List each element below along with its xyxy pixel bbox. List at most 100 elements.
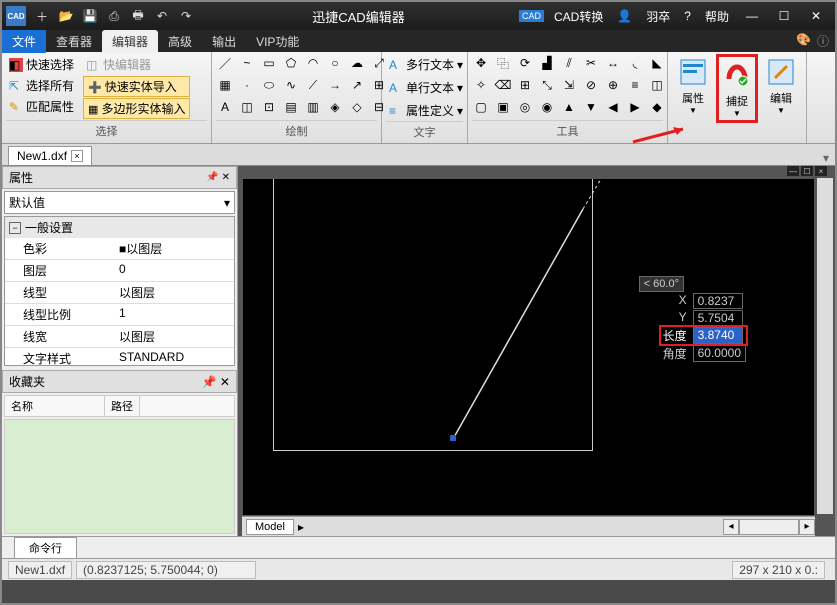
ray-icon[interactable]: → [326,76,344,94]
join-icon[interactable]: ⊕ [604,76,622,94]
break-icon[interactable]: ⊘ [582,76,600,94]
scroll-right-icon[interactable]: ▸ [799,519,815,535]
user-name[interactable]: 羽卒 [642,8,674,25]
minimize-button[interactable]: — [739,6,765,26]
tab-viewer[interactable]: 查看器 [46,30,102,53]
scroll-left-icon[interactable]: ◂ [723,519,739,535]
rect-icon[interactable]: ▭ [260,54,278,72]
arc-icon[interactable]: ◠ [304,54,322,72]
close-tab-icon[interactable]: × [71,150,83,162]
insert-icon[interactable]: ⊡ [260,98,278,116]
property-row[interactable]: 色彩■以图层 [5,238,234,260]
align-icon[interactable]: ≡ [626,76,644,94]
import-solid-button[interactable]: ➕ 快速实体导入 [83,76,190,97]
copy-icon[interactable]: ⿻ [494,54,512,72]
stext-button[interactable]: A单行文本 ▾ [386,77,466,98]
property-row[interactable]: 图层0 [5,260,234,282]
spline-icon[interactable]: ∿ [282,76,300,94]
property-row[interactable]: 线宽以图层 [5,326,234,348]
tab-output[interactable]: 输出 [202,30,246,53]
unk1-icon[interactable]: ◈ [326,98,344,116]
cloud-icon[interactable]: ☁ [348,54,366,72]
poly-icon[interactable]: ⬠ [282,54,300,72]
t1-icon[interactable]: ▢ [472,98,490,116]
stretch-icon[interactable]: ⇲ [560,76,578,94]
table-icon[interactable]: ▤ [282,98,300,116]
add-layout-icon[interactable]: ▸ [294,520,308,534]
point-icon[interactable]: · [238,76,256,94]
model-tab[interactable]: Model [246,519,294,535]
fav-col-name[interactable]: 名称 [5,396,105,416]
hatch-icon[interactable]: ▦ [216,76,234,94]
command-line-tab[interactable]: 命令行 [14,537,77,558]
offset-icon[interactable]: ⫽ [560,54,578,72]
explode-icon[interactable]: ✧ [472,76,490,94]
file-tab[interactable]: New1.dxf × [8,146,92,165]
attrdef-button[interactable]: ≡属性定义 ▾ [386,100,466,121]
properties-button[interactable]: 属性▼ [672,54,714,117]
hscroll-track[interactable] [739,519,799,535]
style-icon[interactable]: 🎨 [796,33,811,50]
ellipse-icon[interactable]: ⬭ [260,76,278,94]
polyline-icon[interactable]: ~ [238,54,256,72]
fillet-icon[interactable]: ◟ [626,54,644,72]
edit-button[interactable]: 编辑▼ [760,54,802,117]
pin-icon[interactable]: 📌 ✕ [206,172,230,183]
tab-advanced[interactable]: 高级 [158,30,202,53]
snap-button[interactable]: 捕捉▼ [716,54,758,123]
canvas-max-icon[interactable]: ☐ [801,166,813,176]
drawing-canvas[interactable]: < 60.0° X0.8237Y5.7504长度3.8740角度60.0000 [242,178,815,516]
group-general[interactable]: − 一般设置 [5,217,234,238]
close-button[interactable]: ✕ [803,6,829,26]
fav-col-path[interactable]: 路径 [105,396,140,416]
scale2-icon[interactable]: ⤡ [538,76,556,94]
mtext-button[interactable]: A多行文本 ▾ [386,54,466,75]
print-icon[interactable]: 🖶 [126,4,150,28]
text-icon[interactable]: A [216,98,234,116]
erase-icon[interactable]: ⌫ [494,76,512,94]
unk2-icon[interactable]: ◇ [348,98,366,116]
t7-icon[interactable]: ◀ [604,98,622,116]
tab-editor[interactable]: 编辑器 [102,30,158,53]
canvas-close-icon[interactable]: × [815,166,827,176]
match-props-button[interactable]: ✎匹配属性 [6,96,77,117]
saveas-icon[interactable]: ⎙ [102,4,126,28]
redo-icon[interactable]: ↷ [174,4,198,28]
extend-icon[interactable]: ↔ [604,54,622,72]
move-icon[interactable]: ✥ [472,54,490,72]
grp-icon[interactable]: ◫ [648,76,666,94]
fav-pin-icon[interactable]: 📌 ✕ [202,375,230,389]
polygon-input-button[interactable]: ▦ 多边形实体输入 [83,98,190,119]
mirror-icon[interactable]: ▟ [538,54,556,72]
select-all-button[interactable]: ⇱选择所有 [6,75,77,96]
chamfer-icon[interactable]: ◣ [648,54,666,72]
t5-icon[interactable]: ▲ [560,98,578,116]
property-row[interactable]: 线型以图层 [5,282,234,304]
line-icon[interactable]: ／ [216,54,234,72]
canvas-min-icon[interactable]: — [787,166,799,176]
quick-select-button[interactable]: ◧快速选择 [6,54,77,75]
maximize-button[interactable]: ☐ [771,6,797,26]
t3-icon[interactable]: ◎ [516,98,534,116]
menu-help-icon[interactable]: ⓘ [817,33,829,50]
save-icon[interactable]: 💾 [78,4,102,28]
trim-icon[interactable]: ✂ [582,54,600,72]
region-icon[interactable]: ▥ [304,98,322,116]
help-link[interactable]: 帮助 [701,8,733,25]
undo-icon[interactable]: ↶ [150,4,174,28]
t9-icon[interactable]: ◆ [648,98,666,116]
block-icon[interactable]: ◫ [238,98,256,116]
vertical-scrollbar[interactable] [817,178,833,514]
xline-icon[interactable]: ⟋ [304,76,322,94]
open-icon[interactable]: 📂 [54,4,78,28]
collapse-icon[interactable]: − [9,222,21,234]
tab-file[interactable]: 文件 [2,30,46,53]
property-row[interactable]: 线型比例1 [5,304,234,326]
new-icon[interactable]: ＋ [30,4,54,28]
arrow-icon[interactable]: ↗ [348,76,366,94]
t2-icon[interactable]: ▣ [494,98,512,116]
t4-icon[interactable]: ◉ [538,98,556,116]
rotate-icon[interactable]: ⟳ [516,54,534,72]
property-row[interactable]: 文字样式STANDARD [5,348,234,365]
tab-vip[interactable]: VIP功能 [246,30,309,53]
